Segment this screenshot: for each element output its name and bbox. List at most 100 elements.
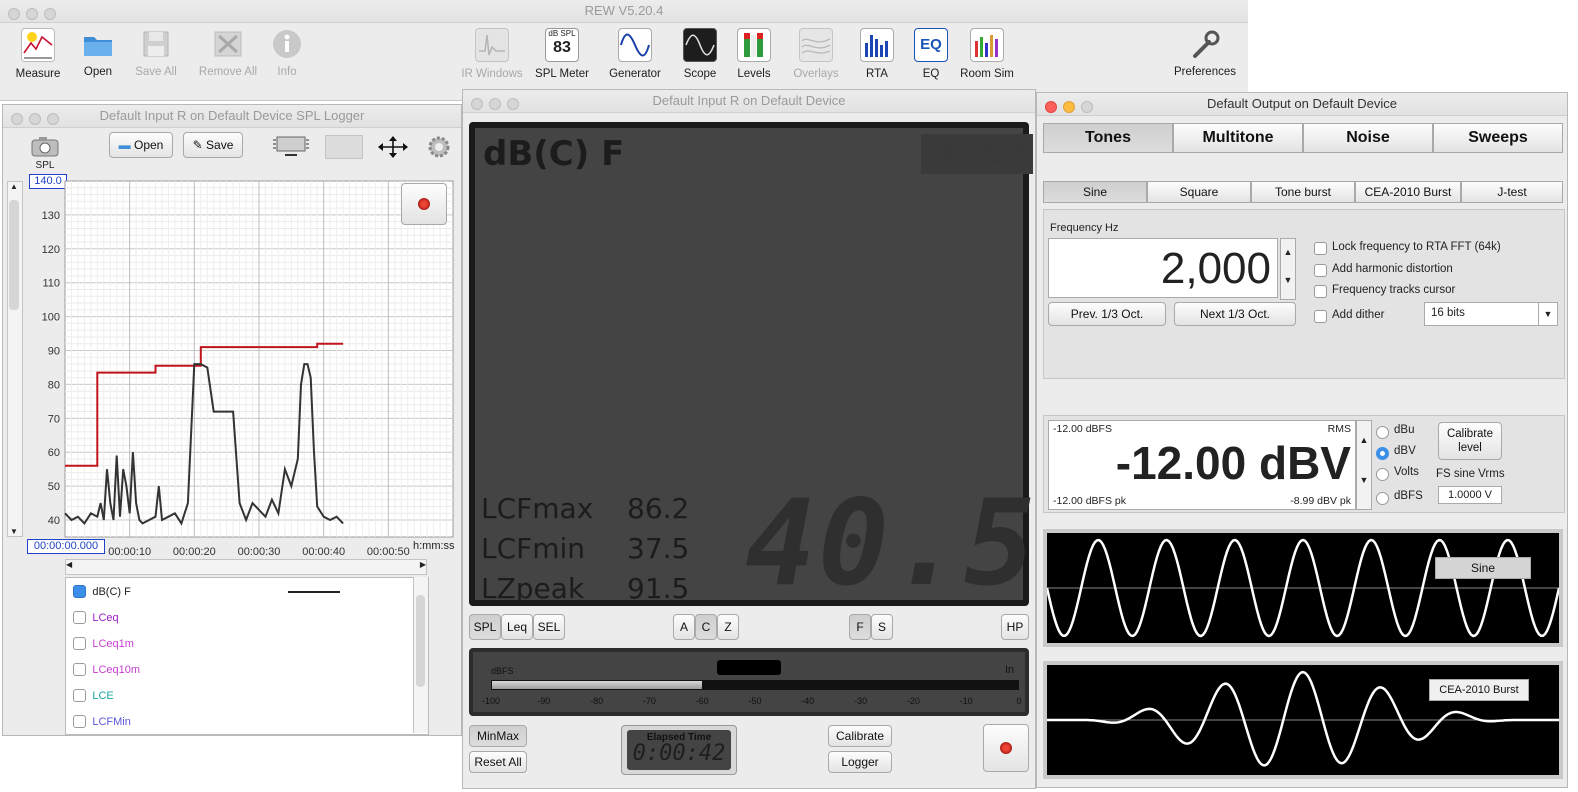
logger-record-button[interactable] — [401, 183, 447, 225]
toolbar-eq-button[interactable]: EQ EQ — [912, 28, 950, 80]
calibrate-button[interactable]: Calibrate — [828, 725, 892, 747]
meter-record-button[interactable] — [983, 724, 1029, 772]
fit-vertical-icon[interactable] — [271, 134, 311, 158]
legend-scrollbar[interactable] — [413, 577, 428, 733]
next-third-octave-button[interactable]: Next 1/3 Oct. — [1174, 302, 1296, 326]
tab-multitone[interactable]: Multitone — [1173, 123, 1303, 153]
zoom-window-button[interactable] — [44, 8, 56, 20]
calibrate-level-button[interactable]: Calibrate level — [1438, 422, 1502, 460]
close-window-button[interactable] — [471, 98, 483, 110]
logger-horizontal-scrollbar[interactable]: ◀ ▶ — [65, 559, 427, 575]
zoom-window-button[interactable] — [47, 113, 59, 125]
legend-item[interactable]: LCeq1m — [73, 636, 134, 651]
toolbar-measure-button[interactable]: Measure — [14, 28, 62, 80]
harmonic-distortion-checkbox[interactable] — [1314, 264, 1327, 277]
level-stepper[interactable]: ▲ ▼ — [1356, 420, 1372, 510]
toolbar-scope-button[interactable]: Scope — [680, 28, 720, 80]
toolbar-save-all-button[interactable]: Save All — [132, 28, 180, 78]
logger-open-button[interactable]: ▬ Open — [109, 132, 173, 158]
minimize-window-button[interactable] — [29, 113, 41, 125]
frequency-input[interactable]: 2,000 — [1048, 238, 1278, 298]
minimize-window-button[interactable] — [489, 98, 501, 110]
close-window-button[interactable] — [1045, 101, 1057, 113]
legend-checkbox[interactable] — [73, 585, 86, 599]
legend-item[interactable]: LCE — [73, 688, 114, 703]
close-window-button[interactable] — [11, 113, 23, 125]
prev-third-octave-button[interactable]: Prev. 1/3 Oct. — [1048, 302, 1166, 326]
legend-item[interactable]: dB(C) F — [73, 584, 131, 599]
logger-save-button[interactable]: ✎ Save — [183, 132, 243, 158]
lock-frequency-checkbox[interactable] — [1314, 242, 1327, 255]
logger-button[interactable]: Logger — [828, 751, 892, 773]
step-down-arrow-icon[interactable]: ▼ — [1281, 275, 1295, 285]
toolbar-rta-button[interactable]: RTA — [858, 28, 896, 80]
legend-checkbox[interactable] — [73, 689, 86, 703]
speed-fast-button[interactable]: F — [849, 614, 871, 640]
minmax-button[interactable]: MinMax — [469, 725, 527, 747]
level-display[interactable]: -12.00 dBFS RMS -12.00 dBV -12.00 dBFS p… — [1048, 420, 1356, 510]
highpass-button[interactable]: HP — [1001, 614, 1029, 640]
speed-slow-button[interactable]: S — [871, 614, 893, 640]
sine-preview-label[interactable]: Sine — [1435, 557, 1531, 579]
toolbar-info-button[interactable]: Info — [268, 28, 306, 78]
mode-spl-button[interactable]: SPL — [469, 614, 501, 640]
legend-checkbox[interactable] — [73, 663, 86, 677]
legend-item[interactable]: LCeq — [73, 610, 119, 625]
step-up-arrow-icon[interactable]: ▲ — [1357, 435, 1371, 445]
toolbar-preferences-button[interactable]: Preferences — [1170, 28, 1240, 78]
unit-volts-radio[interactable] — [1376, 468, 1389, 481]
fs-sine-input[interactable]: 1.0000 V — [1438, 486, 1502, 504]
toolbar-remove-all-button[interactable]: Remove All — [196, 28, 260, 78]
zoom-window-button[interactable] — [507, 98, 519, 110]
legend-checkbox[interactable] — [73, 637, 86, 651]
gear-icon[interactable] — [427, 135, 451, 159]
unit-dbfs-radio[interactable] — [1376, 492, 1389, 505]
minimize-window-button[interactable] — [1063, 101, 1075, 113]
subtab-j-test[interactable]: J-test — [1461, 181, 1563, 203]
legend-item[interactable]: LCeq10m — [73, 662, 140, 677]
toolbar-room-sim-button[interactable]: Room Sim — [956, 28, 1018, 80]
toolbar-generator-button[interactable]: Generator — [606, 28, 664, 80]
toolbar-levels-button[interactable]: Levels — [734, 28, 774, 80]
step-up-arrow-icon[interactable]: ▲ — [1281, 247, 1295, 257]
mode-sel-button[interactable]: SEL — [533, 614, 565, 640]
weight-c-button[interactable]: C — [695, 614, 717, 640]
weight-a-button[interactable]: A — [673, 614, 695, 640]
tab-tones[interactable]: Tones — [1043, 123, 1173, 153]
step-down-arrow-icon[interactable]: ▼ — [1357, 475, 1371, 485]
unit-dbu-radio[interactable] — [1376, 426, 1389, 439]
toolbar-spl-meter-button[interactable]: dB SPL 83 SPL Meter — [534, 28, 590, 80]
toolbar-label: Info — [277, 66, 297, 78]
toolbar-open-button[interactable]: Open — [78, 28, 118, 78]
subtab-square[interactable]: Square — [1147, 181, 1251, 203]
reset-all-button[interactable]: Reset All — [469, 751, 527, 773]
tab-noise[interactable]: Noise — [1303, 123, 1433, 153]
x-start-field[interactable]: 00:00:00.000 — [27, 539, 105, 554]
dither-bits-select[interactable]: 16 bits ▼ — [1424, 302, 1558, 326]
grid-toggle-icon[interactable] — [325, 135, 363, 159]
toolbar-ir-windows-button[interactable]: IR Windows — [460, 28, 524, 80]
zoom-window-button[interactable] — [1081, 101, 1093, 113]
frequency-stepper[interactable]: ▲ ▼ — [1280, 238, 1296, 300]
scroll-right-arrow-icon[interactable]: ▶ — [420, 560, 426, 569]
fit-all-arrows-icon[interactable] — [375, 135, 411, 159]
frequency-tracks-cursor-checkbox[interactable] — [1314, 285, 1327, 298]
subtab-sine[interactable]: Sine — [1043, 181, 1147, 203]
minimize-window-button[interactable] — [26, 8, 38, 20]
add-dither-checkbox[interactable] — [1314, 310, 1327, 323]
legend-item[interactable]: LCFMin — [73, 714, 131, 729]
subtab-cea-2010-burst[interactable]: CEA-2010 Burst — [1355, 181, 1461, 203]
mode-leq-button[interactable]: Leq — [501, 614, 533, 640]
weight-z-button[interactable]: Z — [717, 614, 739, 640]
legend-checkbox[interactable] — [73, 611, 86, 625]
logger-snapshot-button[interactable]: SPL — [29, 135, 61, 171]
legend-checkbox[interactable] — [73, 715, 86, 729]
subtab-tone-burst[interactable]: Tone burst — [1251, 181, 1355, 203]
toolbar-overlays-button[interactable]: Overlays — [790, 28, 842, 80]
tab-sweeps[interactable]: Sweeps — [1433, 123, 1563, 153]
scrollbar-thumb[interactable] — [416, 595, 425, 687]
close-window-button[interactable] — [8, 8, 20, 20]
unit-dbv-radio[interactable] — [1376, 447, 1389, 460]
burst-preview-label[interactable]: CEA-2010 Burst — [1429, 679, 1529, 701]
scroll-left-arrow-icon[interactable]: ◀ — [66, 560, 72, 569]
